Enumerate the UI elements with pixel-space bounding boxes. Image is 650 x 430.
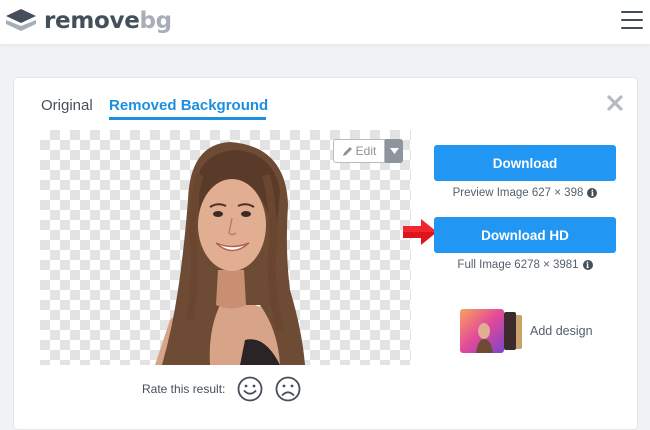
full-image-size: Full Image 6278 × 3981 [457, 259, 579, 271]
smile-icon[interactable] [237, 376, 263, 402]
top-header: removebg [0, 0, 650, 44]
frown-icon[interactable] [275, 376, 301, 402]
design-thumbnails-icon [460, 309, 522, 353]
download-button[interactable]: Download [434, 145, 616, 181]
layers-logo-icon [6, 9, 36, 31]
logo-text: removebg [44, 8, 172, 34]
hamburger-menu-icon[interactable] [621, 11, 643, 29]
cutout-portrait-image [155, 142, 305, 365]
tab-removed-background[interactable]: Removed Background [109, 97, 268, 114]
tab-original[interactable]: Original [41, 97, 93, 114]
preview-image-info: Preview Image 627 × 398 i [434, 187, 616, 199]
logo-word-bg: bg [139, 8, 173, 34]
close-icon[interactable] [606, 94, 624, 112]
active-tab-underline [109, 117, 266, 120]
full-image-info: Full Image 6278 × 3981 i [434, 259, 616, 271]
rating-bar: Rate this result: [142, 376, 301, 402]
edit-label: Edit [355, 144, 377, 158]
preview-image-size: Preview Image 627 × 398 [452, 187, 584, 199]
add-design-button[interactable]: Add design [458, 309, 593, 353]
rate-label: Rate this result: [142, 382, 226, 396]
edit-dropdown-button[interactable] [385, 139, 403, 163]
removebg-logo[interactable]: removebg [4, 6, 172, 36]
edit-controls: Edit [333, 139, 403, 163]
add-design-label: Add design [530, 324, 593, 338]
download-hd-button[interactable]: Download HD [434, 217, 616, 253]
result-image-preview [40, 130, 411, 365]
pencil-icon [342, 146, 352, 156]
edit-button[interactable]: Edit [333, 139, 385, 163]
info-icon[interactable]: i [582, 260, 593, 270]
info-icon[interactable]: i [587, 188, 598, 198]
caret-down-icon [389, 148, 399, 154]
logo-word-remove: remove [44, 8, 140, 34]
